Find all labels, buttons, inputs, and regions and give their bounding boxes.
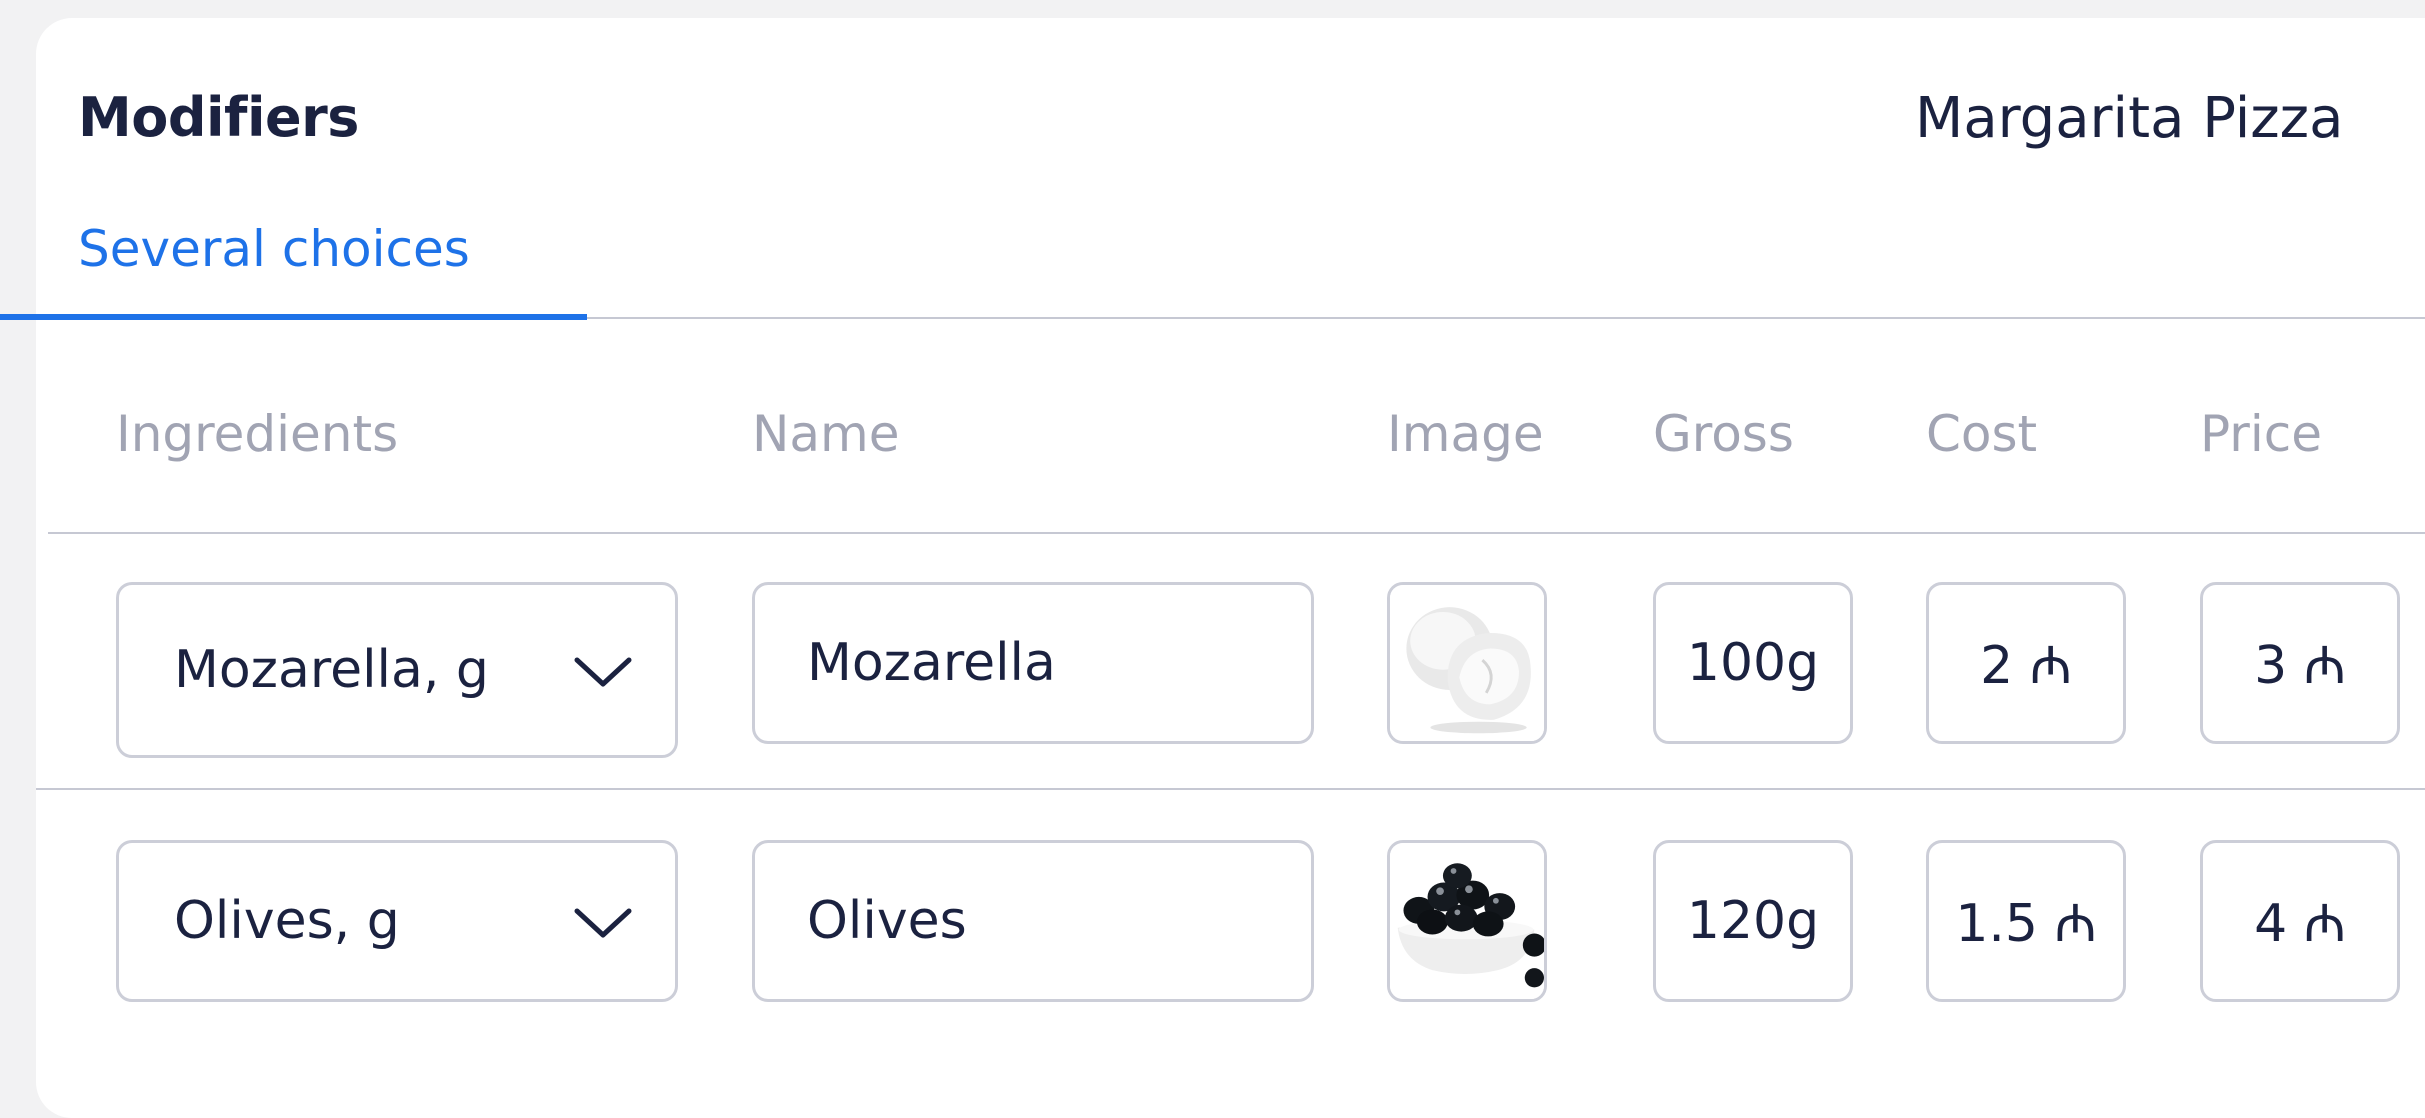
olives-image[interactable] (1387, 840, 1547, 1002)
cost-value: 1.5 ₼ (1955, 893, 2097, 954)
cost-input[interactable]: 2 ₼ (1926, 582, 2126, 744)
header-divider (48, 532, 2425, 534)
gross-value: 100g (1686, 633, 1820, 693)
price-input[interactable]: 3 ₼ (2200, 582, 2400, 744)
gross-input[interactable]: 120g (1653, 840, 1853, 1002)
column-header-price: Price (2200, 405, 2322, 463)
ingredient-select[interactable]: Mozarella, g (116, 582, 678, 758)
ingredient-select-value: Olives, g (174, 891, 400, 951)
name-input[interactable]: Mozarella (752, 582, 1314, 744)
ingredient-select-value: Mozarella, g (174, 640, 489, 700)
name-input-value: Mozarella (807, 633, 1056, 693)
name-input-value: Olives (807, 891, 967, 951)
row-divider (36, 788, 2425, 790)
mozzarella-image[interactable] (1387, 582, 1547, 744)
column-header-gross: Gross (1653, 405, 1794, 463)
name-input[interactable]: Olives (752, 840, 1314, 1002)
tabs-divider (587, 317, 2425, 319)
column-header-image: Image (1387, 405, 1544, 463)
product-name: Margarita Pizza (1915, 86, 2344, 151)
chevron-down-icon (574, 657, 632, 687)
column-header-name: Name (752, 405, 900, 463)
tab-several-choices[interactable]: Several choices (78, 220, 470, 278)
price-input[interactable]: 4 ₼ (2200, 840, 2400, 1002)
price-value: 4 ₼ (2254, 893, 2346, 954)
mozzarella-picture (1390, 585, 1544, 741)
cost-value: 2 ₼ (1980, 635, 2072, 696)
column-header-cost: Cost (1926, 405, 2038, 463)
gross-input[interactable]: 100g (1653, 582, 1853, 744)
gross-value: 120g (1686, 891, 1820, 951)
column-header-ingredients: Ingredients (116, 405, 399, 463)
price-value: 3 ₼ (2254, 635, 2346, 696)
active-tab-indicator (0, 314, 587, 320)
chevron-down-icon (574, 908, 632, 938)
ingredient-select[interactable]: Olives, g (116, 840, 678, 1002)
olives-picture (1390, 843, 1544, 999)
page-title: Modifiers (78, 86, 359, 149)
cost-input[interactable]: 1.5 ₼ (1926, 840, 2126, 1002)
